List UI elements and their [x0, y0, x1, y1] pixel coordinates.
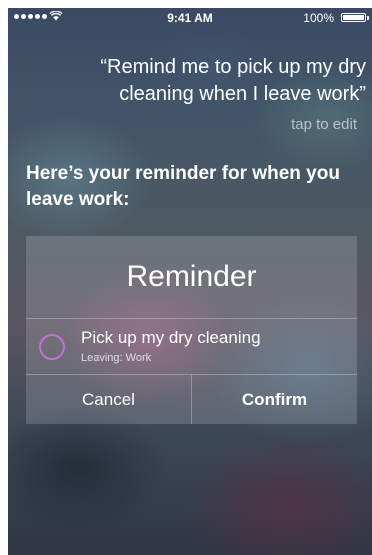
cancel-button[interactable]: Cancel	[26, 375, 191, 424]
confirm-button[interactable]: Confirm	[191, 375, 357, 424]
checkbox-circle-icon[interactable]	[39, 334, 65, 360]
reminder-item-title: Pick up my dry cleaning	[81, 328, 261, 347]
reminder-item-row[interactable]: Pick up my dry cleaning Leaving: Work	[26, 318, 357, 374]
status-bar: 9:41 AM 100%	[8, 8, 372, 28]
battery-icon	[341, 13, 369, 22]
reminder-item-subtitle: Leaving: Work	[81, 352, 152, 364]
card-title: Reminder	[126, 260, 257, 293]
reminder-card: Reminder Pick up my dry cleaning Leaving…	[26, 236, 357, 424]
siri-screen: 9:41 AM 100% “Remind me to pick up my dr…	[8, 8, 372, 555]
battery-percentage: 100%	[303, 11, 334, 25]
tap-to-edit-link[interactable]: tap to edit	[291, 116, 357, 133]
button-row: Cancel Confirm	[26, 375, 357, 424]
siri-query-text: “Remind me to pick up my dry cleaning wh…	[100, 56, 366, 105]
siri-response-text: Here’s your reminder for when you leave …	[26, 163, 340, 210]
